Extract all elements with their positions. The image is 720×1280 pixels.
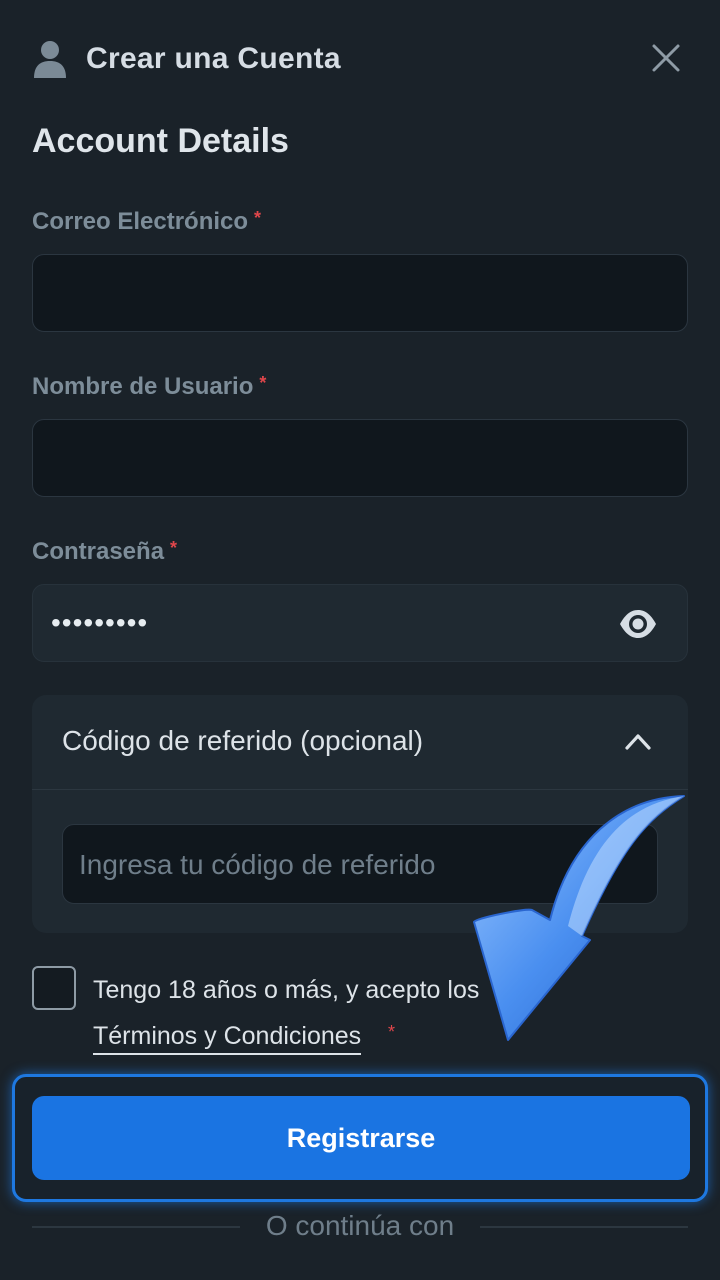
register-button[interactable]: Registrarse	[32, 1096, 690, 1180]
modal-title: Crear una Cuenta	[86, 42, 341, 75]
required-mark: *	[259, 373, 267, 393]
email-label-text: Correo Electrónico	[32, 208, 249, 235]
referral-panel: Código de referido (opcional) Ingresa tu…	[32, 695, 688, 933]
email-input[interactable]	[32, 254, 688, 332]
modal-header: Crear una Cuenta	[32, 36, 688, 82]
user-icon	[34, 41, 66, 78]
required-mark: *	[254, 208, 262, 228]
referral-title: Código de referido (opcional)	[62, 725, 424, 756]
signup-page: Crear una Cuenta Account Details Correo …	[0, 0, 720, 1280]
referral-code-input[interactable]: Ingresa tu código de referido	[62, 824, 658, 904]
username-input[interactable]	[32, 419, 688, 497]
required-mark: *	[388, 1022, 396, 1042]
required-mark: *	[170, 538, 178, 558]
username-label: Nombre de Usuario *	[32, 373, 266, 401]
terms-checkbox[interactable]	[32, 966, 76, 1010]
referral-toggle[interactable]: Código de referido (opcional)	[32, 695, 688, 790]
password-input[interactable]: •••••••••	[32, 584, 688, 662]
username-label-text: Nombre de Usuario	[32, 373, 254, 400]
email-label: Correo Electrónico *	[32, 208, 261, 236]
password-label-text: Contraseña	[32, 538, 165, 565]
referral-placeholder: Ingresa tu código de referido	[79, 849, 436, 880]
continue-with-text: O continúa con	[265, 1210, 455, 1241]
eye-icon[interactable]	[619, 608, 657, 640]
section-title: Account Details	[32, 122, 289, 160]
terms-text: Tengo 18 años o más, y acepto los	[93, 976, 480, 1004]
close-icon[interactable]	[648, 40, 684, 76]
terms-link[interactable]: Términos y Condiciones	[93, 1022, 362, 1055]
chevron-up-icon	[625, 734, 651, 750]
password-masked-value: •••••••••	[51, 607, 149, 638]
password-label: Contraseña *	[32, 538, 177, 566]
